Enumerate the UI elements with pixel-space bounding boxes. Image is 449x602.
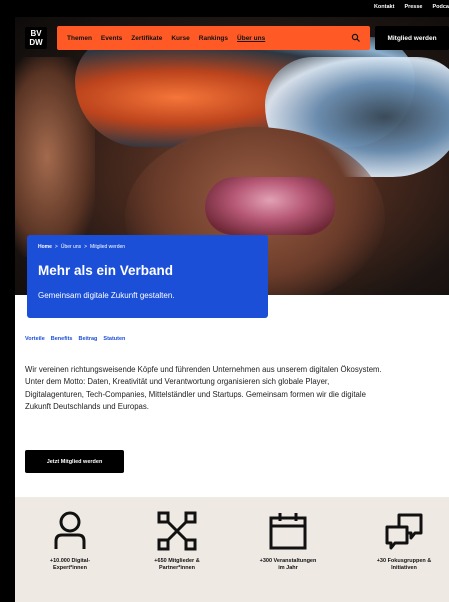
- stat-events: +300 Veranstaltungen im Jahr: [243, 511, 333, 572]
- stat-members: +650 Mitglieder & Partner*innen: [132, 511, 222, 572]
- utility-link-contact[interactable]: Kontakt: [374, 4, 394, 10]
- utility-link-podcast[interactable]: Podca: [432, 4, 449, 10]
- page-title: Mehr als ein Verband: [38, 263, 174, 278]
- nav-item-ueber-uns[interactable]: Über uns: [237, 35, 265, 42]
- stat-label: +10.000 Digital- Expert*innen: [49, 558, 91, 571]
- stat-focus-groups: +30 Fokusgruppen & Initiativen: [359, 511, 449, 572]
- nav-item-rankings[interactable]: Rankings: [199, 35, 228, 42]
- anchor-benefits[interactable]: Benefits: [51, 336, 73, 342]
- breadcrumb: Home > Über uns > Mitglied werden: [38, 244, 125, 250]
- breadcrumb-current: Mitglied werden: [90, 244, 126, 250]
- stat-label: +300 Veranstaltungen im Jahr: [259, 558, 317, 571]
- network-icon: [157, 511, 197, 551]
- anchor-navigation: Vorteile Benefits Beitrag Statuten: [25, 336, 125, 342]
- left-edge-strip: [0, 0, 15, 602]
- utility-bar: Kontakt Presse Podca: [15, 0, 449, 17]
- utility-links: Kontakt Presse Podca: [374, 4, 449, 10]
- breadcrumb-ueber-uns[interactable]: Über uns: [61, 244, 81, 250]
- member-button[interactable]: Mitglied werden: [375, 26, 449, 50]
- intro-text: Wir vereinen richtungsweisende Köpfe und…: [25, 365, 382, 412]
- page-subtitle: Gemeinsam digitale Zukunft gestalten.: [38, 291, 175, 300]
- nav-item-themen[interactable]: Themen: [67, 35, 92, 42]
- chat-icon: [385, 513, 423, 550]
- nav-item-events[interactable]: Events: [101, 35, 122, 42]
- breadcrumb-home[interactable]: Home: [38, 244, 52, 250]
- stat-label: +650 Mitglieder & Partner*innen: [154, 558, 200, 571]
- bvdw-logo[interactable]: BV DW: [25, 27, 47, 49]
- nav-item-kurse[interactable]: Kurse: [171, 35, 189, 42]
- anchor-statuten[interactable]: Statuten: [103, 336, 125, 342]
- search-icon[interactable]: [351, 33, 361, 43]
- stats-section: +10.000 Digital- Expert*innen +650 Mitgl…: [15, 497, 449, 602]
- page: Kontakt Presse Podca BV DW Themen Events…: [15, 0, 449, 602]
- stat-experts: +10.000 Digital- Expert*innen: [25, 511, 115, 572]
- main-navigation: Themen Events Zertifikate Kurse Rankings…: [57, 26, 370, 50]
- person-icon: [54, 511, 86, 549]
- hero-lips: [205, 177, 335, 235]
- calendar-icon: [269, 513, 307, 550]
- hero-intro-box: Home > Über uns > Mitglied werden Mehr a…: [27, 235, 268, 318]
- utility-link-press[interactable]: Presse: [404, 4, 422, 10]
- breadcrumb-separator: >: [84, 244, 88, 250]
- breadcrumb-separator: >: [54, 244, 58, 250]
- stat-label: +30 Fokusgruppen & Initiativen: [376, 558, 432, 571]
- join-now-button[interactable]: Jetzt Mitglied werden: [25, 450, 124, 473]
- anchor-vorteile[interactable]: Vorteile: [25, 336, 45, 342]
- anchor-beitrag[interactable]: Beitrag: [78, 336, 97, 342]
- nav-item-zertifikate[interactable]: Zertifikate: [131, 35, 162, 42]
- logo-text: BV DW: [29, 29, 43, 47]
